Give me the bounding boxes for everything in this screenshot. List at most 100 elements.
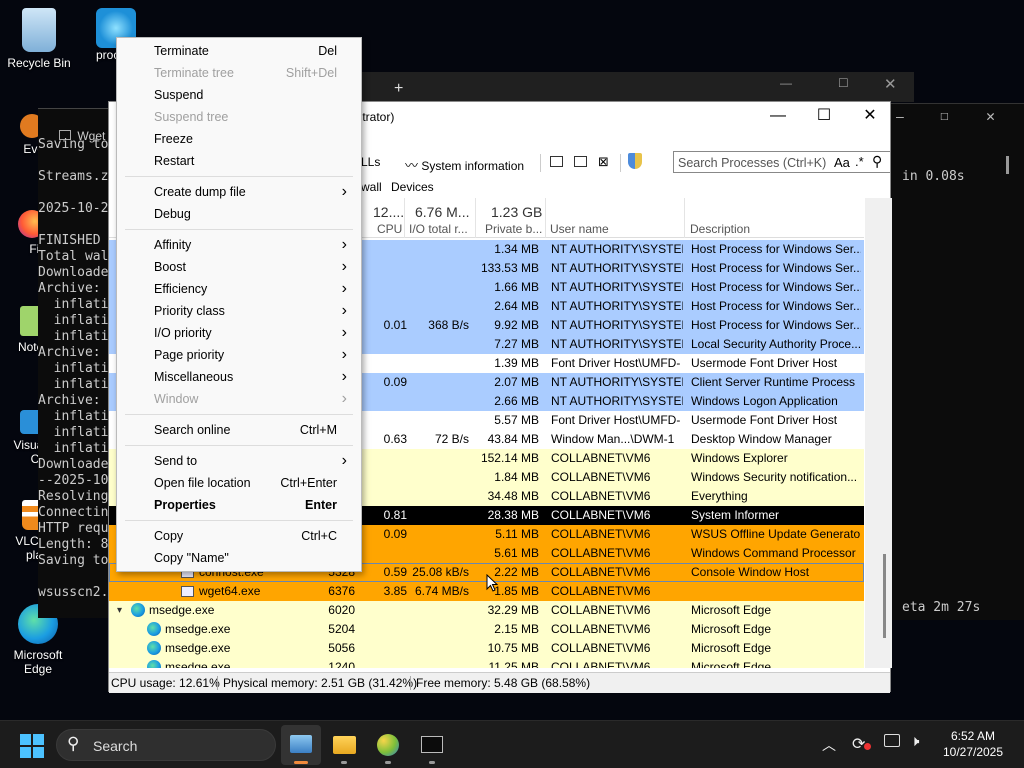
menu-item-terminate[interactable]: Terminate Del xyxy=(117,40,361,62)
column-user-name[interactable]: User name xyxy=(550,222,609,236)
process-private-bytes: 28.38 MB xyxy=(487,508,539,522)
column-divider xyxy=(684,198,685,238)
menu-item-properties[interactable]: Properties Enter xyxy=(117,494,361,516)
terminal-text-line: inflati xyxy=(38,297,109,312)
terminal-text-line: inflati xyxy=(38,377,109,392)
menu-item-efficiency[interactable]: Efficiency › xyxy=(117,278,361,300)
network-icon[interactable] xyxy=(884,734,900,747)
maximize-button[interactable]: ☐ xyxy=(940,108,948,124)
menu-item-affinity[interactable]: Affinity › xyxy=(117,234,361,256)
taskbar-app-system-informer[interactable] xyxy=(281,725,321,765)
taskbar-app-wsus[interactable] xyxy=(368,725,408,765)
tab-devices[interactable]: Devices xyxy=(391,180,434,194)
match-case-button[interactable]: Aa xyxy=(834,155,850,170)
io-total: 6.76 M... xyxy=(415,204,470,220)
terminal-text-line: Length: 8 xyxy=(38,537,109,552)
system-information-button[interactable]: 〰 System information xyxy=(405,155,524,174)
process-user: NT AUTHORITY\SYSTEM xyxy=(551,299,683,313)
find-window-icon[interactable] xyxy=(574,156,587,167)
shield-icon[interactable] xyxy=(628,153,642,169)
close-button[interactable]: ✕ xyxy=(847,102,893,132)
regex-button[interactable]: .* xyxy=(855,154,864,169)
minimize-button[interactable]: — xyxy=(896,110,904,126)
process-name: msedge.exe xyxy=(165,660,231,668)
process-private-bytes: 2.66 MB xyxy=(494,394,539,408)
menu-item-priority-class[interactable]: Priority class › xyxy=(117,300,361,322)
submenu-arrow-icon: › xyxy=(341,302,347,319)
process-user: NT AUTHORITY\SYSTEM xyxy=(551,318,683,332)
new-tab-button[interactable]: + xyxy=(394,80,403,98)
start-button[interactable] xyxy=(20,734,44,758)
column-io-total[interactable]: I/O total r... xyxy=(409,222,468,236)
menu-item-i-o-priority[interactable]: I/O priority › xyxy=(117,322,361,344)
maximize-button[interactable]: ☐ xyxy=(838,76,849,90)
process-context-menu[interactable]: Terminate Del Terminate tree Shift+Del Suspe… xyxy=(116,37,362,572)
scrollbar-thumb[interactable] xyxy=(883,554,886,638)
desktop-icon-label: Microsoft xyxy=(13,648,63,662)
menu-item-create-dump-file[interactable]: Create dump file › xyxy=(117,181,361,203)
menu-item-copy-name[interactable]: Copy "Name" xyxy=(117,547,361,569)
menu-item-miscellaneous[interactable]: Miscellaneous › xyxy=(117,366,361,388)
process-private-bytes: 133.53 MB xyxy=(480,261,539,275)
pulse-icon: 〰 xyxy=(405,158,419,173)
terminal-window-wget[interactable]: Wget [ Saving to Streams.z 2025-10-2 FINISH… xyxy=(38,108,112,618)
menu-item-restart[interactable]: Restart xyxy=(117,150,361,172)
process-private-bytes: 2.15 MB xyxy=(494,622,539,636)
vertical-scrollbar[interactable] xyxy=(865,198,892,668)
tab-firewall[interactable]: wall xyxy=(361,180,382,194)
column-private-bytes[interactable]: Private b... xyxy=(485,222,542,236)
search-icon[interactable]: ⚲ xyxy=(872,153,882,170)
close-button[interactable]: ✕ xyxy=(884,75,897,93)
menu-item-label: Priority class xyxy=(154,304,225,318)
process-user: COLLABNET\VM6 xyxy=(551,622,651,636)
minimize-button[interactable]: — xyxy=(755,102,801,132)
menu-item-send-to[interactable]: Send to › xyxy=(117,450,361,472)
taskbar-search-box[interactable]: ⚲ Search xyxy=(56,729,276,761)
process-io: 25.08 kB/s xyxy=(412,565,469,579)
process-private-bytes: 2.64 MB xyxy=(494,299,539,313)
menu-item-label: I/O priority xyxy=(154,326,212,340)
clock[interactable]: 6:52 AM 10/27/2025 xyxy=(940,728,1006,760)
show-hidden-icons-chevron-icon[interactable]: ︿ xyxy=(822,735,836,755)
menu-separator xyxy=(125,176,353,177)
menu-item-freeze[interactable]: Freeze xyxy=(117,128,361,150)
submenu-arrow-icon: › xyxy=(341,390,347,407)
menu-item-search-online[interactable]: Search online Ctrl+M xyxy=(117,419,361,441)
desktop-icon-recycle-bin[interactable]: Recycle Bin xyxy=(1,8,77,70)
maximize-button[interactable]: ☐ xyxy=(801,102,847,132)
taskbar-app-file-explorer[interactable] xyxy=(324,725,364,765)
close-window-icon[interactable]: ⊠ xyxy=(598,154,609,170)
close-button[interactable]: ✕ xyxy=(986,108,995,124)
menu-item-terminate-tree: Terminate tree Shift+Del xyxy=(117,62,361,84)
process-row[interactable]: msedge.exe 5204 2.15 MB COLLABNET\VM6 Micros… xyxy=(109,620,864,639)
terminal-text-line: inflati xyxy=(38,329,109,344)
menu-item-label: Page priority xyxy=(154,348,225,362)
menu-item-boost[interactable]: Boost › xyxy=(117,256,361,278)
column-cpu[interactable]: CPU xyxy=(377,222,402,236)
scrollbar-thumb[interactable] xyxy=(1006,156,1009,174)
expand-chevron-icon[interactable]: ▾ xyxy=(117,601,122,620)
window-icon[interactable] xyxy=(550,156,563,167)
search-processes-input[interactable]: Search Processes (Ctrl+K) Aa .* ⚲ xyxy=(673,151,891,173)
menu-item-suspend[interactable]: Suspend xyxy=(117,84,361,106)
menu-item-open-file-location[interactable]: Open file location Ctrl+Enter xyxy=(117,472,361,494)
taskbar-app-terminal[interactable] xyxy=(412,725,452,765)
terminal-text-line: Resolving xyxy=(38,489,109,504)
process-private-bytes: 1.84 MB xyxy=(494,470,539,484)
menu-item-page-priority[interactable]: Page priority › xyxy=(117,344,361,366)
terminal-window-right[interactable]: — ☐ ✕ in 0.08s eta 2m 27s xyxy=(882,103,1024,620)
menu-item-copy[interactable]: Copy Ctrl+C xyxy=(117,525,361,547)
process-private-bytes: 32.29 MB xyxy=(487,603,539,617)
menu-item-debug[interactable]: Debug xyxy=(117,203,361,225)
exe-icon xyxy=(181,586,194,597)
minimize-button[interactable]: — xyxy=(780,76,792,90)
process-user: COLLABNET\VM6 xyxy=(551,508,651,522)
process-row[interactable]: msedge.exe 6020 32.29 MB COLLABNET\VM6 Micro… xyxy=(109,601,864,620)
process-row[interactable]: msedge.exe 5056 10.75 MB COLLABNET\VM6 Micro… xyxy=(109,639,864,658)
column-description[interactable]: Description xyxy=(690,222,750,236)
process-row[interactable]: msedge.exe 1240 11.25 MB COLLABNET\VM6 Micro… xyxy=(109,658,864,668)
process-description: Windows Explorer xyxy=(691,451,788,465)
process-description: Everything xyxy=(691,489,748,503)
volume-muted-icon[interactable]: 🕨 xyxy=(910,733,919,750)
menu-item-label: Open file location xyxy=(154,476,251,490)
